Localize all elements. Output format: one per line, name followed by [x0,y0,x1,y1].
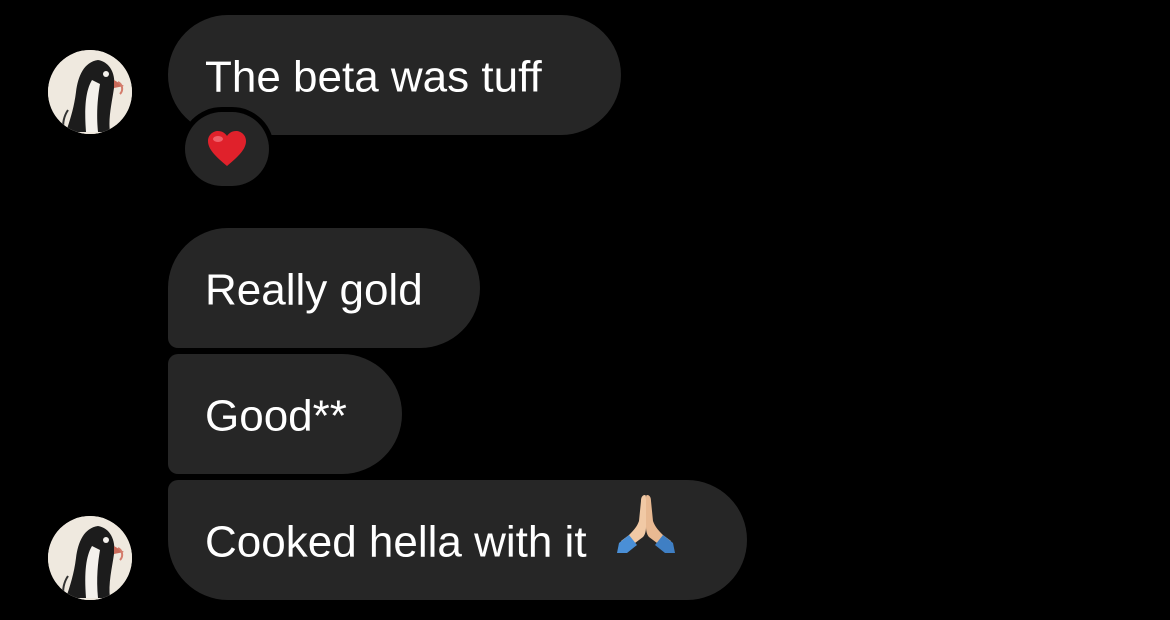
message-text: Good** [205,391,347,441]
message-text: The beta was tuff [205,52,542,102]
folded-hands-icon [615,479,677,599]
sender-avatar[interactable] [48,50,132,134]
penguin-avatar-icon [48,50,132,134]
message-bubble[interactable]: Really gold [168,228,480,348]
message-reaction[interactable] [180,107,274,191]
red-heart-icon [208,131,246,166]
message-text: Cooked hella with it [205,517,587,567]
message-text: Really gold [205,265,423,315]
penguin-avatar-icon [48,516,132,600]
reaction-pill[interactable] [185,112,269,186]
message-bubble[interactable]: Good** [168,354,402,474]
message-bubble[interactable]: Cooked hella with it [168,480,747,600]
sender-avatar[interactable] [48,516,132,600]
